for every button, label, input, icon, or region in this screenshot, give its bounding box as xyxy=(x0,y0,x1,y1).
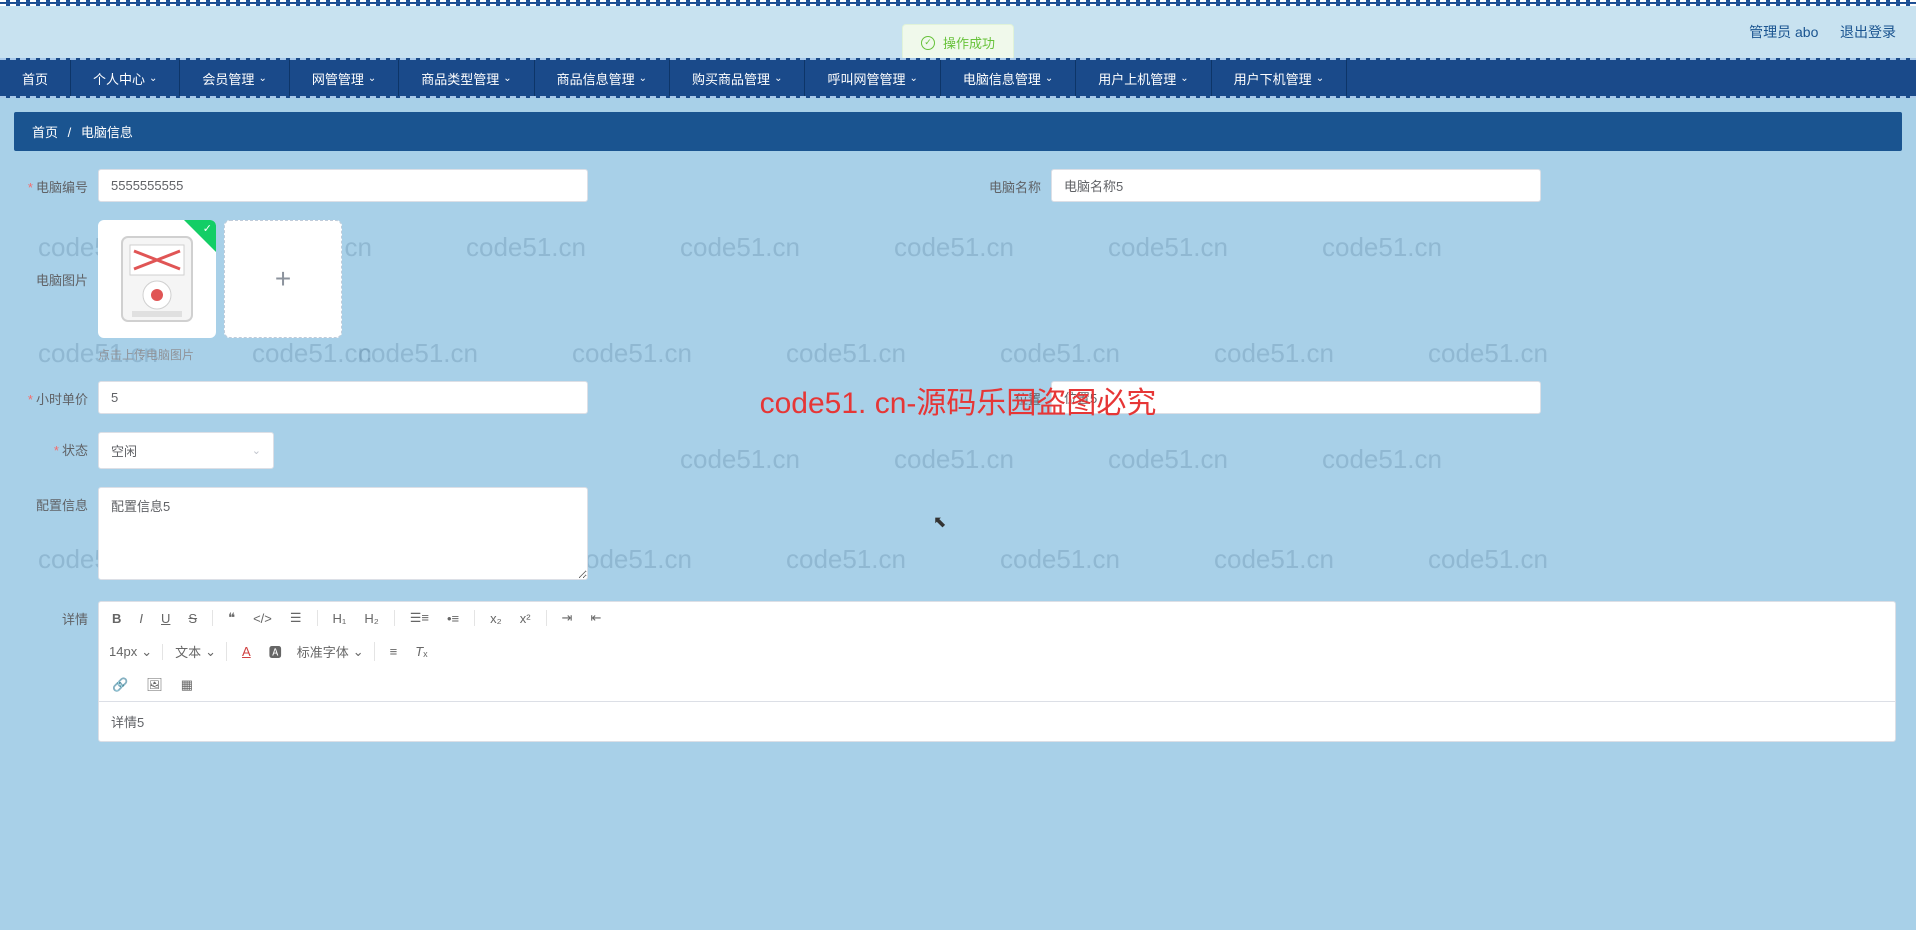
uploaded-image-card[interactable]: ✓ xyxy=(98,220,216,338)
nav-item-0[interactable]: 首页 xyxy=(0,60,71,96)
h1-button[interactable]: H₁ xyxy=(330,609,350,628)
underline-button[interactable]: U xyxy=(158,609,173,628)
h2-button[interactable]: H₂ xyxy=(361,609,381,628)
code-button[interactable]: </> xyxy=(250,609,275,628)
position-input[interactable] xyxy=(1051,381,1541,414)
chevron-down-icon: ⌄ xyxy=(1316,73,1324,84)
logout-link[interactable]: 退出登录 xyxy=(1840,24,1896,40)
bg-color-button[interactable]: 🅰 xyxy=(266,640,285,663)
upload-hint: 点击上传电脑图片 xyxy=(98,346,588,363)
header-bar: ✓ 操作成功 管理员 abo 退出登录 xyxy=(0,6,1916,58)
codeblock-button[interactable]: ☰ xyxy=(287,608,305,628)
config-info-textarea[interactable]: 配置信息5 xyxy=(98,487,588,580)
nav-item-8[interactable]: 电脑信息管理⌄ xyxy=(941,60,1076,96)
position-label: 位置 xyxy=(973,381,1051,408)
header-links: 管理员 abo 退出登录 xyxy=(1731,22,1896,42)
font-color-button[interactable]: A xyxy=(239,642,254,661)
quote-button[interactable]: ❝ xyxy=(225,608,238,628)
admin-link[interactable]: 管理员 abo xyxy=(1749,24,1818,40)
toast-text: 操作成功 xyxy=(943,33,995,52)
success-check-icon: ✓ xyxy=(921,36,935,50)
form: 电脑编号 电脑名称 电脑图片 ✓ xyxy=(14,169,1902,742)
hour-price-label: 小时单价 xyxy=(20,381,98,408)
nav-item-4[interactable]: 商品类型管理⌄ xyxy=(399,60,534,96)
computer-no-label: 电脑编号 xyxy=(20,169,98,196)
chevron-down-icon: ⌄ xyxy=(909,73,917,84)
chevron-down-icon: ⌄ xyxy=(639,73,647,84)
breadcrumb: 首页 / 电脑信息 xyxy=(14,112,1902,151)
status-label: 状态 xyxy=(20,432,98,459)
detail-editor[interactable]: 详情5 xyxy=(98,701,1896,742)
computer-name-input[interactable] xyxy=(1051,169,1541,202)
computer-name-label: 电脑名称 xyxy=(973,169,1051,196)
link-button[interactable]: 🔗 xyxy=(109,675,131,695)
nav-item-7[interactable]: 呼叫网管管理⌄ xyxy=(805,60,940,96)
computer-image-label: 电脑图片 xyxy=(20,220,98,289)
status-select[interactable]: 空闲 ⌄ xyxy=(98,432,274,469)
nav-item-3[interactable]: 网管管理⌄ xyxy=(290,60,399,96)
italic-button[interactable]: I xyxy=(136,609,146,628)
nav-item-1[interactable]: 个人中心⌄ xyxy=(71,60,180,96)
hour-price-input[interactable] xyxy=(98,381,588,414)
nav-item-9[interactable]: 用户上机管理⌄ xyxy=(1076,60,1211,96)
video-button[interactable]: ▦ xyxy=(178,675,196,695)
indent-button[interactable]: ⇥ xyxy=(559,608,576,628)
nav-item-10[interactable]: 用户下机管理⌄ xyxy=(1212,60,1347,96)
chevron-down-icon: ⌄ xyxy=(252,444,261,457)
detail-label: 详情 xyxy=(20,601,98,742)
breadcrumb-current: 电脑信息 xyxy=(81,125,133,140)
editor-toolbar: B I U S ❝ </> ☰ H₁ H₂ ☰≡ xyxy=(98,601,1896,701)
outdent-button[interactable]: ⇤ xyxy=(587,608,604,628)
image-button[interactable]: 🖼 xyxy=(143,675,166,695)
chevron-down-icon: ⌄ xyxy=(205,644,216,660)
subscript-button[interactable]: x₂ xyxy=(487,609,505,628)
align-button[interactable]: ≡ xyxy=(387,642,401,661)
add-image-button[interactable]: + xyxy=(224,220,342,338)
breadcrumb-home[interactable]: 首页 xyxy=(32,125,58,140)
nav-item-2[interactable]: 会员管理⌄ xyxy=(180,60,289,96)
chevron-down-icon: ⌄ xyxy=(1045,73,1053,84)
check-icon: ✓ xyxy=(203,222,212,235)
upload-zone: ✓ xyxy=(98,220,588,338)
superscript-button[interactable]: x² xyxy=(517,609,534,628)
chevron-down-icon: ⌄ xyxy=(141,644,152,660)
plus-icon: + xyxy=(275,263,291,295)
ul-button[interactable]: •≡ xyxy=(444,609,462,628)
chevron-down-icon: ⌄ xyxy=(258,73,266,84)
bold-button[interactable]: B xyxy=(109,609,124,628)
chevron-down-icon: ⌄ xyxy=(1180,73,1188,84)
chevron-down-icon: ⌄ xyxy=(149,73,157,84)
nav-item-6[interactable]: 购买商品管理⌄ xyxy=(670,60,805,96)
chevron-down-icon: ⌄ xyxy=(503,73,511,84)
nav-item-5[interactable]: 商品信息管理⌄ xyxy=(535,60,670,96)
clear-format-button[interactable]: Tₓ xyxy=(412,642,430,661)
font-size-select[interactable]: 14px ⌄ xyxy=(109,644,163,660)
chevron-down-icon: ⌄ xyxy=(774,73,782,84)
config-info-label: 配置信息 xyxy=(20,487,98,514)
success-toast: ✓ 操作成功 xyxy=(902,24,1014,61)
format-select[interactable]: 标准字体 ⌄ xyxy=(297,642,375,661)
strike-button[interactable]: S xyxy=(185,609,200,628)
chevron-down-icon: ⌄ xyxy=(368,73,376,84)
main-nav: 首页个人中心⌄会员管理⌄网管管理⌄商品类型管理⌄商品信息管理⌄购买商品管理⌄呼叫… xyxy=(0,58,1916,98)
computer-no-input[interactable] xyxy=(98,169,588,202)
ol-button[interactable]: ☰≡ xyxy=(407,608,432,628)
breadcrumb-separator: / xyxy=(68,125,72,140)
chevron-down-icon: ⌄ xyxy=(353,644,364,660)
status-value: 空闲 xyxy=(111,441,137,460)
font-family-select[interactable]: 文本 ⌄ xyxy=(175,642,227,661)
